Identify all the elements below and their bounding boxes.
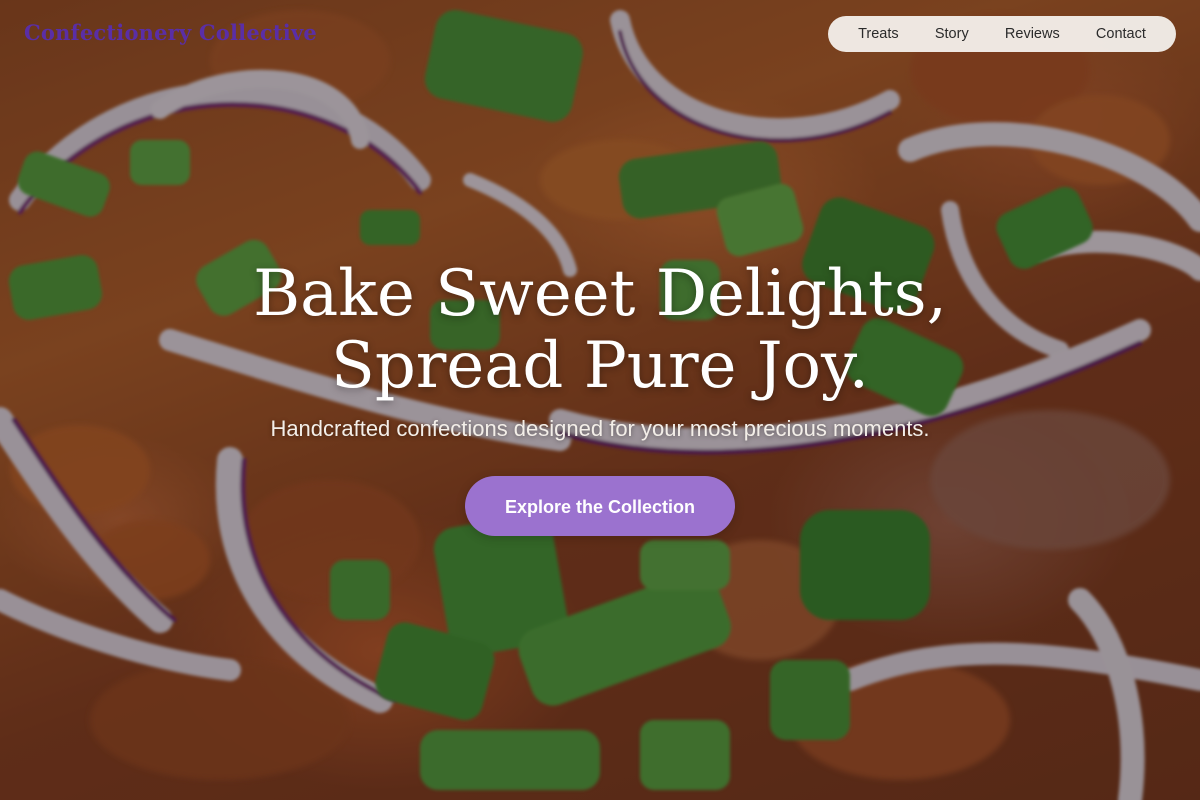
nav-link-contact[interactable]: Contact bbox=[1090, 22, 1152, 46]
main-nav: Treats Story Reviews Contact bbox=[828, 16, 1176, 52]
hero-headline-line-1: Bake Sweet Delights, bbox=[253, 257, 947, 331]
hero-headline: Bake Sweet Delights, Spread Pure Joy. bbox=[0, 258, 1200, 402]
hero-headline-line-2: Spread Pure Joy. bbox=[330, 329, 870, 403]
hero-section: Confectionery Collective Treats Story Re… bbox=[0, 0, 1200, 800]
brand-logo[interactable]: Confectionery Collective bbox=[24, 20, 317, 45]
nav-link-treats[interactable]: Treats bbox=[852, 22, 905, 46]
nav-link-story[interactable]: Story bbox=[929, 22, 975, 46]
explore-collection-button[interactable]: Explore the Collection bbox=[465, 476, 735, 536]
hero-subtitle: Handcrafted confections designed for you… bbox=[270, 416, 930, 441]
hero-content: Bake Sweet Delights, Spread Pure Joy. Ha… bbox=[0, 258, 1200, 536]
nav-link-reviews[interactable]: Reviews bbox=[999, 22, 1066, 46]
